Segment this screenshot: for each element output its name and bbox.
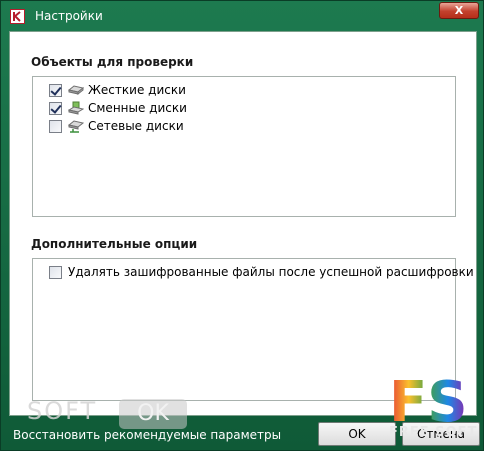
- list-item[interactable]: Удалять зашифрованные файлы после успешн…: [49, 264, 474, 280]
- network-disk-checkbox[interactable]: [49, 119, 62, 133]
- removable-disk-label: Сменные диски: [88, 101, 187, 115]
- ok-button[interactable]: OK: [318, 422, 396, 446]
- list-item[interactable]: Сетевые диски: [49, 118, 184, 134]
- softok-watermark-badge: OK: [119, 399, 187, 429]
- window-title: Настройки: [35, 9, 103, 23]
- hard-disk-checkbox[interactable]: [49, 83, 62, 97]
- delete-encrypted-label: Удалять зашифрованные файлы после успешн…: [68, 265, 474, 279]
- softok-watermark-text: SOFT: [27, 397, 98, 425]
- objects-section-title: Объекты для проверки: [31, 55, 194, 69]
- removable-disk-icon: [68, 101, 84, 115]
- network-disk-label: Сетевые диски: [88, 119, 184, 133]
- options-section-title: Дополнительные опции: [31, 237, 198, 251]
- settings-panel: Объекты для проверки Жесткие диски Сменн…: [9, 31, 477, 416]
- hard-disk-icon: [68, 85, 84, 96]
- list-item[interactable]: Сменные диски: [49, 100, 187, 116]
- list-item[interactable]: Жесткие диски: [49, 82, 186, 98]
- title-bar[interactable]: Настройки X: [1, 1, 484, 31]
- freesoft-logo: FS: [389, 371, 468, 427]
- fs-letters: FS: [389, 371, 468, 427]
- delete-encrypted-checkbox[interactable]: [49, 265, 62, 279]
- freesoft-text: FREE SOFT: [389, 425, 478, 440]
- restore-defaults-link[interactable]: Восстановить рекомендуемые параметры: [13, 428, 281, 442]
- settings-window: Настройки X Объекты для проверки Жесткие…: [0, 0, 484, 451]
- hard-disk-label: Жесткие диски: [88, 83, 186, 97]
- objects-list: Жесткие диски Сменные диски Сетевые диск…: [32, 76, 456, 217]
- network-disk-icon: [68, 120, 84, 133]
- kaspersky-logo-icon: [10, 9, 25, 24]
- removable-disk-checkbox[interactable]: [49, 101, 62, 115]
- close-button[interactable]: X: [439, 2, 479, 19]
